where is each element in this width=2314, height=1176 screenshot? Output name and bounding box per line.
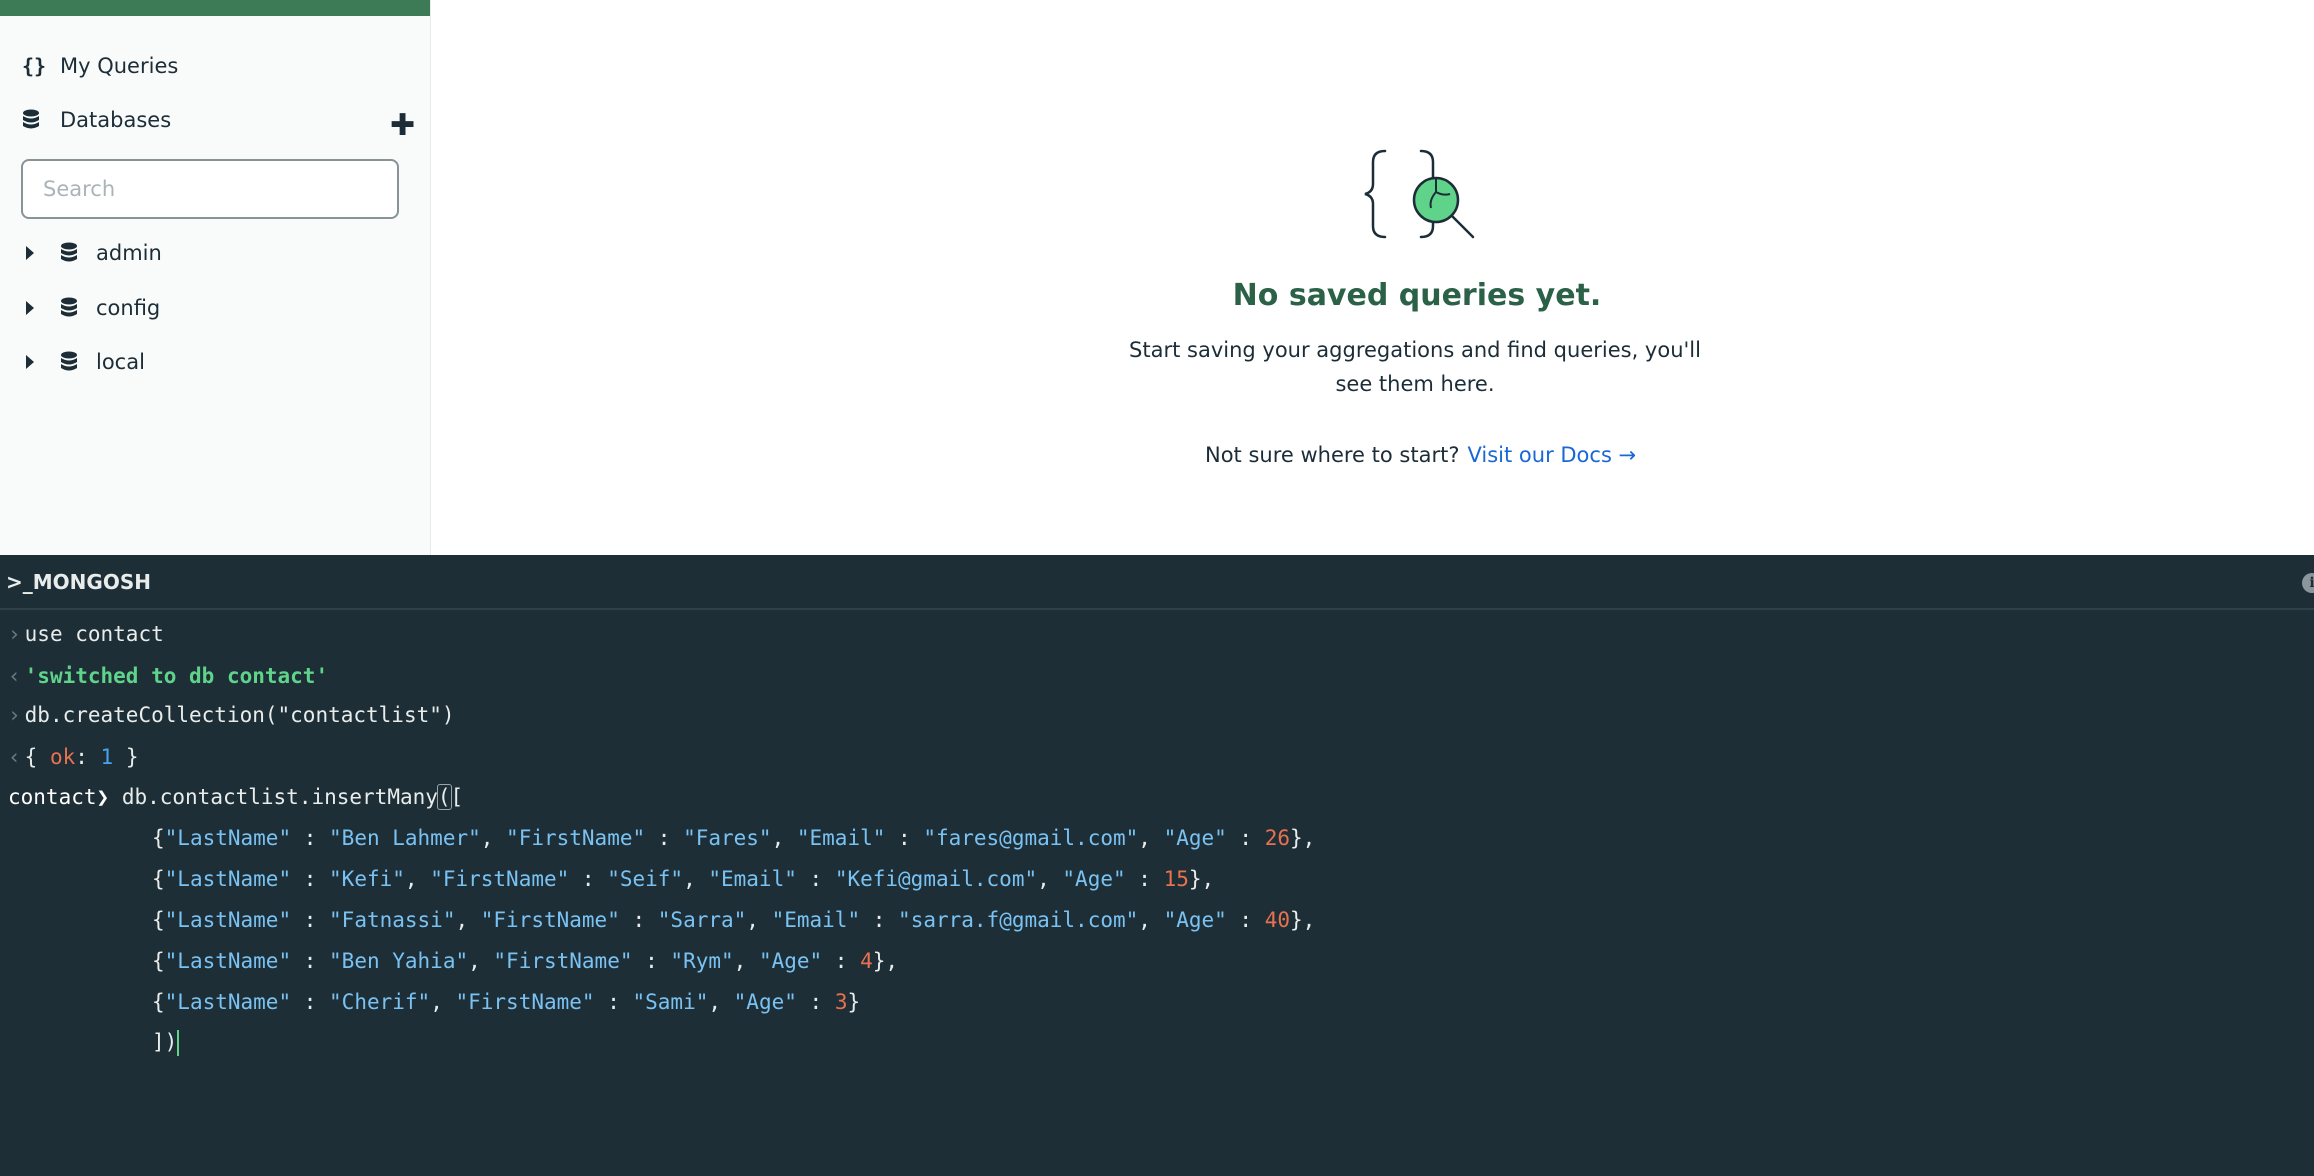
visit-docs-link[interactable]: Visit our Docs → (1467, 443, 1636, 467)
add-database-button[interactable]: ✚ (390, 108, 415, 144)
document-value: "Cherif" (329, 990, 431, 1014)
document-key: "Email" (708, 867, 797, 891)
nav-databases-label: Databases (60, 108, 172, 132)
history-output-line: ‹{ ok: 1 } (8, 745, 139, 769)
history-input-text: use contact (24, 622, 164, 646)
document-value: "Fares" (683, 826, 772, 850)
history-output-line: ‹'switched to db contact' (8, 664, 328, 688)
output-key: ok (49, 745, 76, 769)
output-value: 1 (100, 745, 114, 769)
document-value: "sarra.f@gmail.com" (898, 908, 1139, 932)
document-key: "LastName" (164, 826, 292, 850)
docs-prompt-text: Not sure where to start? (1205, 443, 1460, 467)
document-line: {"LastName" : "Kefi", "FirstName" : "Sei… (152, 867, 1215, 891)
document-key: "FirstName" (480, 908, 620, 932)
document-key: "LastName" (164, 949, 292, 973)
database-icon (60, 351, 78, 373)
document-line: {"LastName" : "Cherif", "FirstName" : "S… (152, 990, 861, 1014)
nav-my-queries[interactable]: {} My Queries (22, 54, 178, 78)
docs-prompt-row: Not sure where to start? Visit our Docs → (1205, 443, 1636, 467)
document-value: "Seif" (607, 867, 684, 891)
nav-databases[interactable]: Databases (22, 108, 171, 132)
document-value: "Rym" (670, 949, 734, 973)
db-item-label: admin (96, 241, 162, 265)
document-key: "Email" (796, 826, 886, 850)
history-input-line: › use contact (8, 622, 164, 646)
document-key: "Age" (1163, 908, 1227, 932)
document-value: "Ben Lahmer" (329, 826, 481, 850)
history-output-text: 'switched to db contact' (24, 664, 329, 688)
chevron-left-icon: ‹ (8, 664, 21, 688)
info-icon[interactable]: i (2302, 573, 2314, 593)
document-key: "Age" (733, 990, 797, 1014)
document-key: "FirstName" (430, 867, 570, 891)
database-icon (22, 109, 48, 131)
db-item-label: local (96, 350, 145, 374)
plus-icon: ✚ (390, 108, 416, 143)
document-value: 15 (1163, 867, 1189, 891)
mongosh-shell[interactable]: >_MONGOSH i › use contact ‹'switched to d… (0, 555, 2314, 1176)
document-key: "Age" (1062, 867, 1126, 891)
empty-state-description: Start saving your aggregations and find … (1129, 338, 1701, 396)
sidebar-top-bar (0, 0, 430, 16)
text-cursor (177, 1030, 180, 1056)
closing-bracket: ]) (152, 1030, 178, 1054)
saved-queries-illustration-icon (1363, 148, 1483, 244)
prompt-chevron-icon: ❯ (96, 785, 122, 809)
chevron-left-icon: ‹ (8, 745, 21, 769)
document-key: "LastName" (164, 908, 292, 932)
document-value: "Kefi@gmail.com" (834, 867, 1038, 891)
shell-prompt: contact (8, 785, 97, 809)
document-line: {"LastName" : "Ben Lahmer", "FirstName" … (152, 826, 1316, 850)
caret-right-icon[interactable] (26, 355, 34, 369)
nav-my-queries-label: My Queries (60, 54, 179, 78)
caret-right-icon[interactable] (26, 246, 34, 260)
history-input-text: db.createCollection("contactlist") (24, 703, 455, 727)
curly-braces-icon: {} (22, 54, 47, 78)
closing-line[interactable]: ]) (152, 1030, 180, 1056)
document-value: "Sami" (632, 990, 709, 1014)
search-input[interactable] (21, 159, 399, 219)
document-key: "FirstName" (455, 990, 595, 1014)
document-value: 26 (1264, 826, 1291, 850)
document-line: {"LastName" : "Fatnassi", "FirstName" : … (152, 908, 1316, 932)
document-value: 4 (860, 949, 873, 973)
chevron-right-icon: › (8, 703, 21, 727)
document-value: "fares@gmail.com" (923, 826, 1139, 850)
shell-input-line[interactable]: contact❯ db.contactlist.insertMany([ (8, 784, 463, 810)
document-value: "Sarra" (657, 908, 747, 932)
document-value: "Fatnassi" (329, 908, 456, 932)
document-line: {"LastName" : "Ben Yahia", "FirstName" :… (152, 949, 899, 973)
shell-header: >_MONGOSH i (0, 555, 2314, 610)
document-value: 3 (834, 990, 848, 1014)
document-key: "Age" (758, 949, 823, 973)
shell-title: >_MONGOSH (6, 569, 151, 594)
database-icon (60, 242, 78, 264)
document-key: "Email" (771, 908, 861, 932)
chevron-right-icon: › (8, 622, 21, 646)
db-item-local[interactable]: local (26, 350, 145, 374)
document-value: 40 (1264, 908, 1291, 932)
document-key: "LastName" (164, 990, 292, 1014)
document-key: "FirstName" (493, 949, 633, 973)
document-key: "LastName" (164, 867, 292, 891)
document-value: "Kefi" (329, 867, 405, 891)
document-key: "Age" (1163, 826, 1227, 850)
command-head: db.contactlist.insertMany (121, 785, 438, 809)
document-key: "FirstName" (506, 826, 646, 850)
empty-state-title: No saved queries yet. (1232, 278, 1602, 313)
history-input-line: › db.createCollection("contactlist") (8, 703, 455, 727)
db-item-admin[interactable]: admin (26, 241, 162, 265)
document-value: "Ben Yahia" (329, 949, 469, 973)
